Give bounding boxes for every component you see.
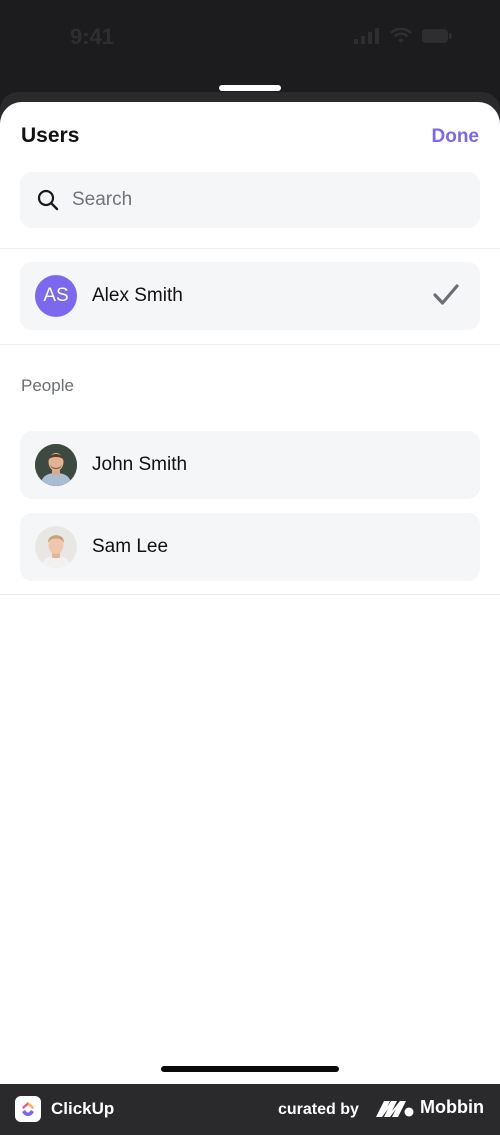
divider xyxy=(0,248,500,249)
list-item[interactable]: Sam Lee xyxy=(20,513,480,581)
avatar xyxy=(35,526,77,568)
status-icons xyxy=(354,28,452,44)
mobbin-logo-icon xyxy=(376,1100,414,1117)
mobbin-brand: Mobbin xyxy=(376,1097,484,1118)
sheet-header: Users Done xyxy=(0,102,500,172)
avatar: AS xyxy=(35,275,77,317)
avatar xyxy=(35,444,77,486)
status-time: 9:41 xyxy=(70,24,115,49)
footer-brand-name: Mobbin xyxy=(420,1097,484,1117)
status-bar: 9:41 xyxy=(0,0,500,80)
footer-bar: ClickUp curated by Mobbin xyxy=(0,1084,500,1135)
user-photo-avatar xyxy=(35,526,77,568)
divider xyxy=(0,594,500,595)
user-name: Sam Lee xyxy=(92,536,169,557)
search-input[interactable] xyxy=(72,189,452,211)
selected-user-row[interactable]: AS Alex Smith xyxy=(20,262,480,330)
users-sheet: Users Done AS Alex Smith People xyxy=(0,102,500,1084)
clickup-logo-mark xyxy=(22,1102,34,1116)
done-button[interactable]: Done xyxy=(432,126,480,148)
avatar-initials: AS xyxy=(43,285,69,306)
battery-icon xyxy=(422,29,452,43)
user-photo-avatar xyxy=(35,444,77,486)
footer-curated-by: curated by xyxy=(278,1101,359,1118)
user-name: John Smith xyxy=(92,454,188,475)
footer-app-name: ClickUp xyxy=(51,1099,115,1118)
search-bar[interactable] xyxy=(20,172,480,228)
divider xyxy=(0,344,500,345)
sheet-title: Users xyxy=(21,124,80,147)
checkmark-icon xyxy=(433,284,459,305)
wifi-icon xyxy=(390,28,412,43)
user-name: Alex Smith xyxy=(92,285,183,306)
sheet-grabber[interactable] xyxy=(219,85,281,91)
list-item[interactable]: John Smith xyxy=(20,431,480,499)
home-indicator xyxy=(161,1066,339,1072)
section-label-people: People xyxy=(21,376,74,395)
clickup-logo-icon xyxy=(15,1096,41,1122)
search-icon xyxy=(37,189,59,211)
cellular-signal-icon xyxy=(354,28,379,44)
